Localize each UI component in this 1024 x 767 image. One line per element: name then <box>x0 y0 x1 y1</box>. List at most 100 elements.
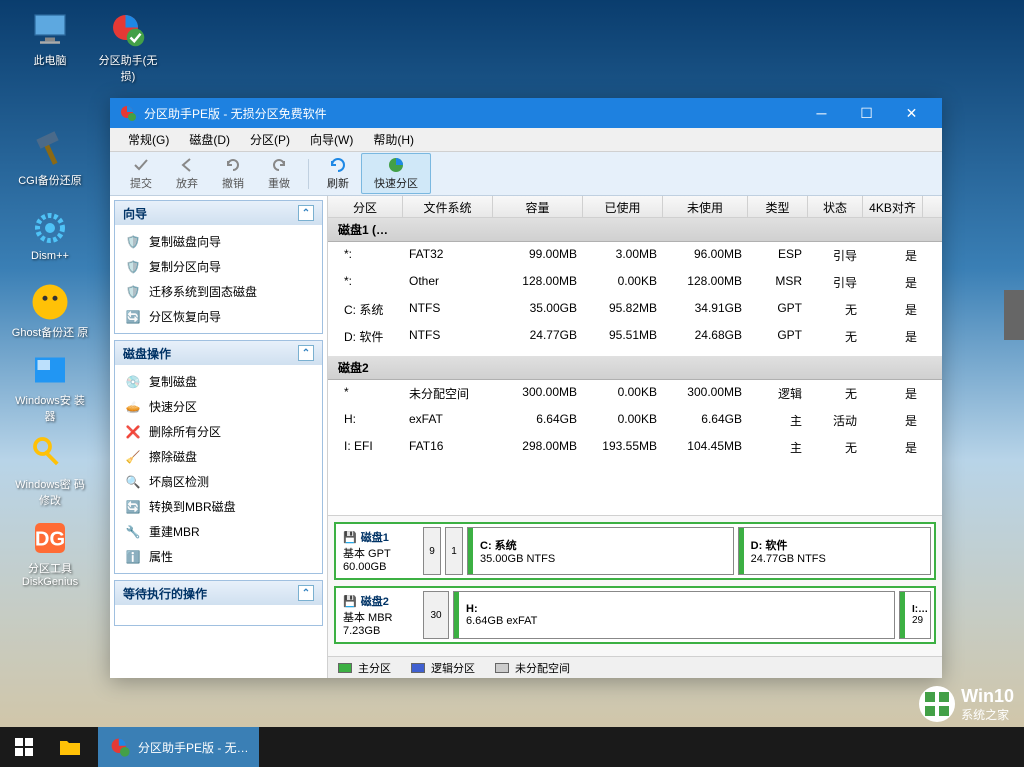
menu-wizard[interactable]: 向导(W) <box>300 131 363 148</box>
refresh-icon <box>329 156 347 174</box>
desktop-icon-label: 分区助手(无 损) <box>88 52 168 84</box>
table-row[interactable]: *未分配空间300.00MB0.00KB300.00MB逻辑无是 <box>328 380 942 407</box>
diskop-copy-disk[interactable]: 💿复制磁盘 <box>115 369 322 394</box>
partition-c-block[interactable]: C: 系统35.00GB NTFS <box>467 527 734 575</box>
desktop-icon-ghost[interactable]: Ghost备份还 原 <box>10 282 90 340</box>
desktop-icon-label: Dism++ <box>10 250 90 262</box>
toolbar-undo[interactable]: 撤销 <box>210 154 256 193</box>
desktop-icon-password[interactable]: Windows密 码修改 <box>10 434 90 508</box>
convert-icon: 🔄 <box>125 499 141 515</box>
table-row[interactable]: C: 系统NTFS35.00GB95.82MB34.91GBGPT无是 <box>328 296 942 323</box>
disk1-header[interactable]: 磁盘1 (… <box>328 218 942 242</box>
toolbar-quick-partition[interactable]: 快速分区 <box>361 153 431 194</box>
table-row[interactable]: *:Other128.00MB0.00KB128.00MBMSR引导是 <box>328 269 942 296</box>
wizard-copy-disk[interactable]: 🛡️复制磁盘向导 <box>115 229 322 254</box>
table-row[interactable]: D: 软件NTFS24.77GB95.51MB24.68GBGPT无是 <box>328 323 942 350</box>
menu-general[interactable]: 常规(G) <box>118 131 179 148</box>
disk2-viz[interactable]: 💾磁盘2 基本 MBR 7.23GB 30 H:6.64GB exFAT I:…… <box>334 586 936 644</box>
table-row[interactable]: H:exFAT6.64GB0.00KB6.64GB主活动是 <box>328 407 942 434</box>
rebuild-icon: 🔧 <box>125 524 141 540</box>
hammer-icon <box>30 130 70 170</box>
toolbar-discard[interactable]: 放弃 <box>164 154 210 193</box>
toolbar: 提交 放弃 撤销 重做 刷新 快速分区 <box>110 152 942 196</box>
th-status[interactable]: 状态 <box>808 196 863 217</box>
wizard-recover-partition[interactable]: 🔄分区恢复向导 <box>115 304 322 329</box>
table-row[interactable]: I: EFIFAT16298.00MB193.55MB104.45MB主无是 <box>328 434 942 461</box>
minimize-button[interactable]: ─ <box>799 98 844 128</box>
diskop-quick-partition[interactable]: 🥧快速分区 <box>115 394 322 419</box>
th-filesystem[interactable]: 文件系统 <box>403 196 493 217</box>
maximize-button[interactable]: ☐ <box>844 98 889 128</box>
wizard-copy-partition[interactable]: 🛡️复制分区向导 <box>115 254 322 279</box>
windows-installer-icon <box>30 350 70 390</box>
menu-help[interactable]: 帮助(H) <box>363 131 424 148</box>
th-capacity[interactable]: 容量 <box>493 196 583 217</box>
taskbar-partition-assistant[interactable]: 分区助手PE版 - 无… <box>98 727 259 767</box>
taskbar-file-explorer[interactable] <box>48 727 98 767</box>
diskop-bad-sector[interactable]: 🔍坏扇区检测 <box>115 469 322 494</box>
collapse-button[interactable]: ⌃ <box>298 205 314 221</box>
panel-disk-ops: 磁盘操作⌃ 💿复制磁盘 🥧快速分区 ❌删除所有分区 🧹擦除磁盘 🔍坏扇区检测 🔄… <box>114 340 323 574</box>
undo-icon <box>224 156 242 174</box>
legend-primary: 主分区 <box>338 660 391 676</box>
small-partition-block[interactable]: 1 <box>445 527 463 575</box>
disk2-header[interactable]: 磁盘2 <box>328 356 942 380</box>
wipe-icon: 🧹 <box>125 449 141 465</box>
desktop-icon-diskgenius[interactable]: DG 分区工具 DiskGenius <box>10 518 90 588</box>
svg-text:DG: DG <box>35 529 65 551</box>
diskop-rebuild-mbr[interactable]: 🔧重建MBR <box>115 519 322 544</box>
desktop-icon-partition-assistant[interactable]: 分区助手(无 损) <box>88 10 168 84</box>
partition-i-block[interactable]: I:…29 <box>899 591 931 639</box>
desktop-icon-label: Ghost备份还 原 <box>10 324 90 340</box>
desktop-icon-this-pc[interactable]: 此电脑 <box>10 10 90 68</box>
scan-icon: 🔍 <box>125 474 141 490</box>
table-header: 分区 文件系统 容量 已使用 未使用 类型 状态 4KB对齐 <box>328 196 942 218</box>
wizard-migrate-ssd[interactable]: 🛡️迁移系统到固态磁盘 <box>115 279 322 304</box>
titlebar[interactable]: 分区助手PE版 - 无损分区免费软件 ─ ☐ ✕ <box>110 98 942 128</box>
app-icon <box>108 735 132 759</box>
toolbar-commit[interactable]: 提交 <box>118 154 164 193</box>
taskbar-app-label: 分区助手PE版 - 无… <box>138 739 249 756</box>
gear-icon <box>30 208 70 248</box>
partition-d-block[interactable]: D: 软件24.77GB NTFS <box>738 527 931 575</box>
disk1-viz[interactable]: 💾磁盘1 基本 GPT 60.00GB 9 1 C: 系统35.00GB NTF… <box>334 522 936 580</box>
watermark: Win10系统之家 <box>919 686 1014 722</box>
legend: 主分区 逻辑分区 未分配空间 <box>328 656 942 678</box>
collapse-button[interactable]: ⌃ <box>298 585 314 601</box>
diskop-properties[interactable]: ℹ️属性 <box>115 544 322 569</box>
th-used[interactable]: 已使用 <box>583 196 663 217</box>
diskgenius-icon: DG <box>30 518 70 558</box>
menu-disk[interactable]: 磁盘(D) <box>179 131 240 148</box>
th-unused[interactable]: 未使用 <box>663 196 748 217</box>
ghost-icon <box>30 282 70 322</box>
delete-icon: ❌ <box>125 424 141 440</box>
partition-h-block[interactable]: H:6.64GB exFAT <box>453 591 895 639</box>
toolbar-separator <box>308 159 309 189</box>
th-align[interactable]: 4KB对齐 <box>863 196 923 217</box>
quick-partition-icon: 🥧 <box>125 399 141 415</box>
desktop-icon-dism[interactable]: Dism++ <box>10 208 90 262</box>
table-row[interactable]: *:FAT3299.00MB3.00MB96.00MBESP引导是 <box>328 242 942 269</box>
collapse-button[interactable]: ⌃ <box>298 345 314 361</box>
start-button[interactable] <box>0 727 48 767</box>
toolbar-redo[interactable]: 重做 <box>256 154 302 193</box>
app-window: 分区助手PE版 - 无损分区免费软件 ─ ☐ ✕ 常规(G) 磁盘(D) 分区(… <box>110 98 942 678</box>
desktop-icon-label: Windows密 码修改 <box>10 476 90 508</box>
table-body: 磁盘1 (… *:FAT3299.00MB3.00MB96.00MBESP引导是… <box>328 218 942 515</box>
diskop-convert-mbr[interactable]: 🔄转换到MBR磁盘 <box>115 494 322 519</box>
menu-partition[interactable]: 分区(P) <box>240 131 300 148</box>
side-tab[interactable] <box>1004 290 1024 340</box>
small-partition-block[interactable]: 9 <box>423 527 441 575</box>
desktop-icon-label: 分区工具 DiskGenius <box>10 560 90 588</box>
desktop-icon-cgi-backup[interactable]: CGI备份还原 <box>10 130 90 188</box>
desktop-icon-label: Windows安 装器 <box>10 392 90 424</box>
toolbar-refresh[interactable]: 刷新 <box>315 154 361 193</box>
th-partition[interactable]: 分区 <box>328 196 403 217</box>
desktop-icon-label: 此电脑 <box>10 52 90 68</box>
diskop-wipe-disk[interactable]: 🧹擦除磁盘 <box>115 444 322 469</box>
diskop-delete-all[interactable]: ❌删除所有分区 <box>115 419 322 444</box>
desktop-icon-win-installer[interactable]: Windows安 装器 <box>10 350 90 424</box>
small-partition-block[interactable]: 30 <box>423 591 449 639</box>
th-type[interactable]: 类型 <box>748 196 808 217</box>
close-button[interactable]: ✕ <box>889 98 934 128</box>
